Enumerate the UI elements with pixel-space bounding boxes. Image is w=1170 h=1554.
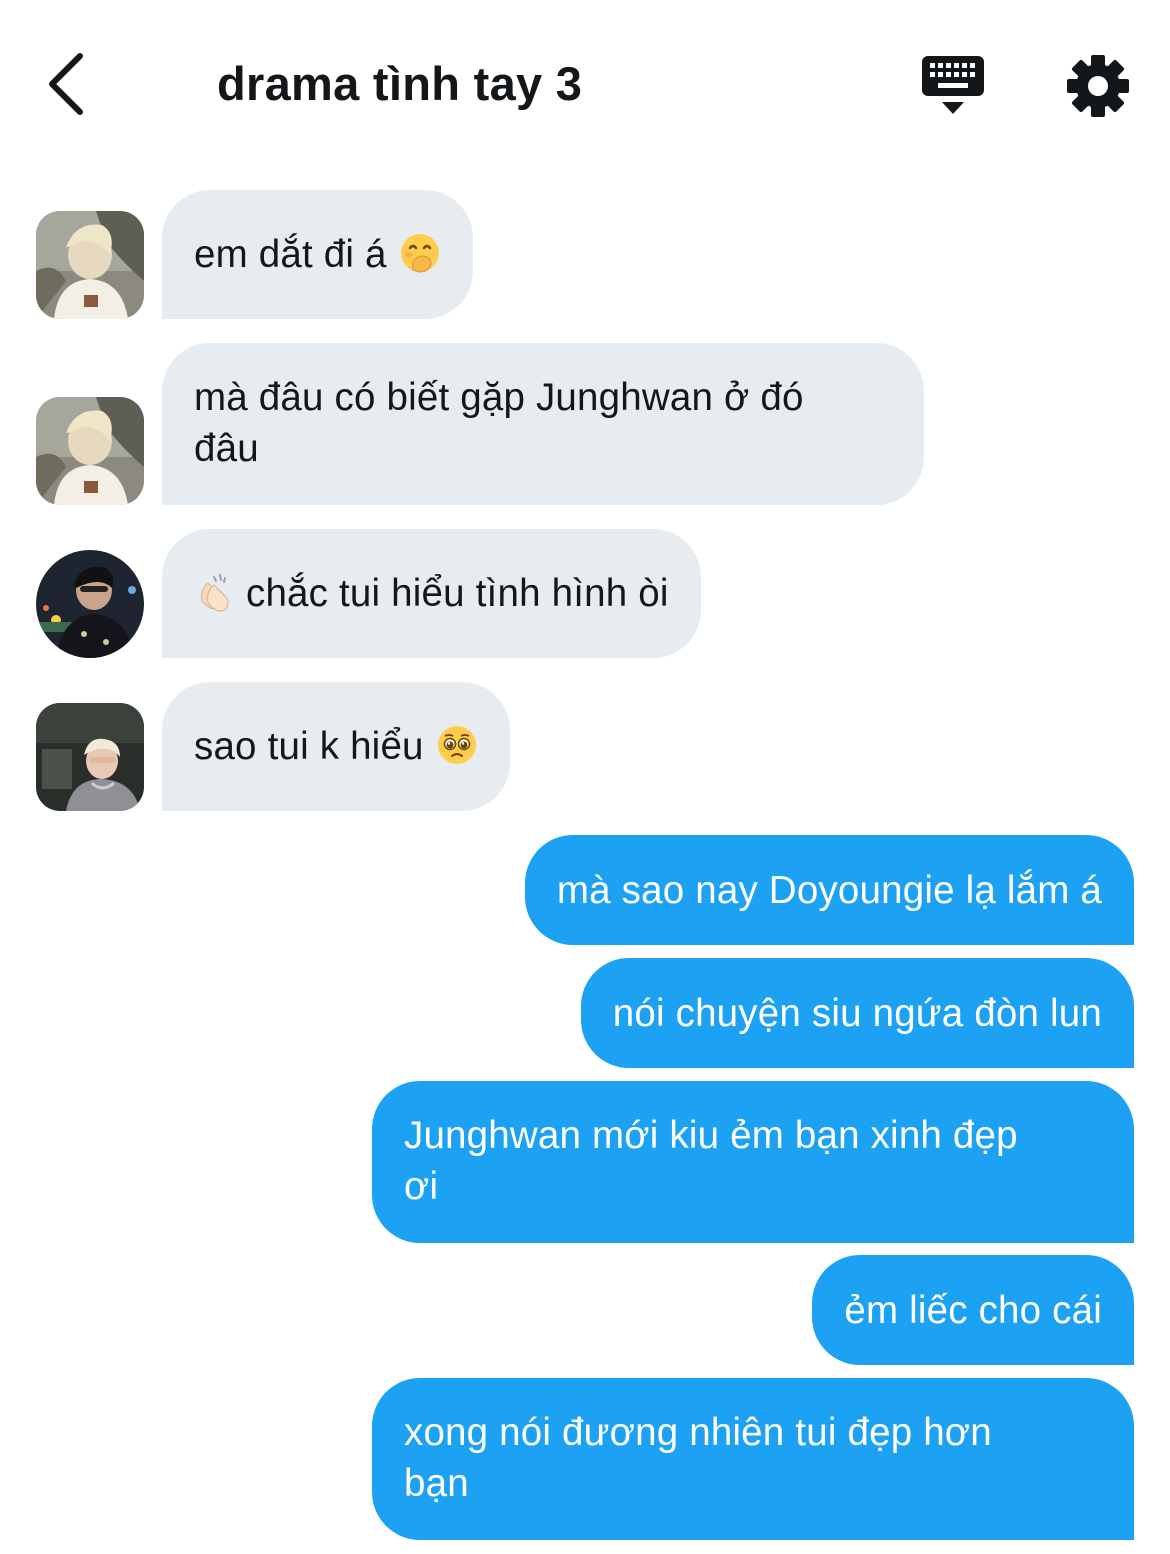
clapping-hands-emoji xyxy=(201,574,229,612)
message-bubble-incoming[interactable]: em dắt đi á xyxy=(162,190,473,319)
message-bubble-incoming[interactable]: mà đâu có biết gặp Junghwan ở đó đâu xyxy=(162,343,924,505)
message-bubble-incoming[interactable]: sao tui k hiểu xyxy=(162,682,510,811)
message-text: mà đâu có biết gặp Junghwan ở đó đâu xyxy=(194,376,804,470)
message-thread: em dắt đi á mà đâu có biết gặp Junghwan … xyxy=(0,0,1170,1554)
message-bubble-outgoing[interactable]: ẻm liếc cho cái xyxy=(812,1255,1134,1365)
avatar[interactable] xyxy=(36,211,144,319)
message-text: ẻm liếc cho cái xyxy=(844,1289,1102,1332)
message-text: sao tui k hiểu xyxy=(194,725,424,768)
avatar[interactable] xyxy=(36,703,144,811)
avatar[interactable] xyxy=(36,550,144,658)
message-text: xong nói đương nhiên tui đẹp hơn bạn xyxy=(404,1411,992,1505)
message-text: mà sao nay Doyoungie lạ lắm á xyxy=(556,869,1102,912)
message-bubble-outgoing[interactable]: Junghwan mới kiu ẻm bạn xinh đẹp ơi xyxy=(372,1081,1134,1243)
message-text: chắc tui hiểu tình hình òi xyxy=(246,572,669,615)
pleading-face-emoji xyxy=(437,726,476,764)
message-bubble-incoming[interactable]: chắc tui hiểu tình hình òi xyxy=(162,529,701,658)
message-bubble-outgoing[interactable]: xong nói đương nhiên tui đẹp hơn bạn xyxy=(372,1378,1134,1540)
message-bubble-outgoing[interactable]: mà sao nay Doyoungie lạ lắm á xyxy=(524,835,1134,945)
hand-over-mouth-emoji xyxy=(400,234,439,273)
user-photo xyxy=(36,397,144,505)
avatar[interactable] xyxy=(36,397,144,505)
message-text: Junghwan mới kiu ẻm bạn xinh đẹp ơi xyxy=(404,1114,1018,1208)
user-photo xyxy=(36,550,144,658)
message-bubble-outgoing[interactable]: nói chuyện siu ngứa đòn lun xyxy=(580,958,1134,1068)
user-photo xyxy=(36,703,144,811)
user-photo xyxy=(36,211,144,319)
message-text: nói chuyện siu ngứa đòn lun xyxy=(612,992,1102,1035)
message-text: em dắt đi á xyxy=(194,233,387,276)
